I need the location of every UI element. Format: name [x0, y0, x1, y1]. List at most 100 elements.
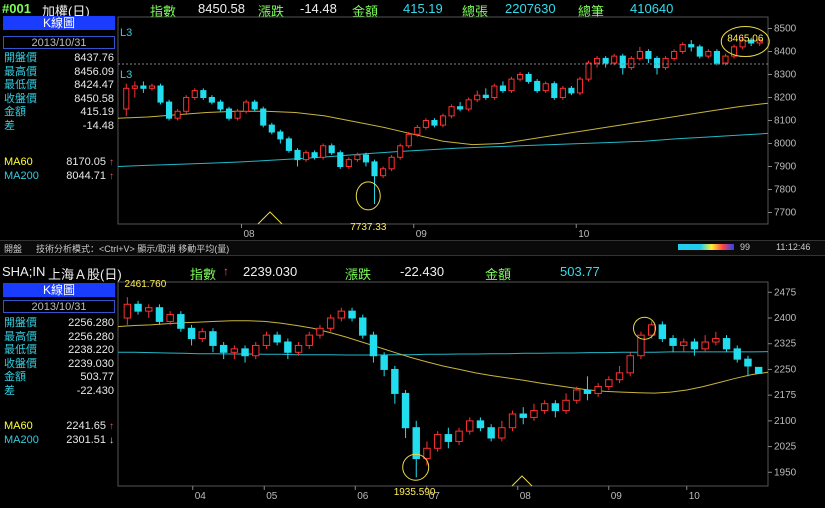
- candle-body: [594, 57, 601, 64]
- candle-body: [658, 324, 667, 340]
- ma200-line: [118, 351, 769, 356]
- candle-body: [328, 145, 335, 154]
- candle-body: [583, 389, 592, 394]
- y-tick-label: 8400: [774, 47, 797, 58]
- candle-body: [405, 133, 412, 147]
- x-tick-label: 09: [611, 491, 623, 502]
- candle-body: [273, 334, 281, 343]
- candle-body: [701, 341, 709, 350]
- candle-body: [134, 303, 142, 312]
- y-tick-label: 2250: [774, 364, 797, 375]
- y-tick-label: 1950: [774, 467, 797, 478]
- candle-body: [371, 161, 378, 177]
- candle-body: [465, 99, 472, 110]
- y-tick-label: 2400: [774, 313, 797, 324]
- candle-body: [262, 334, 271, 346]
- candle-body: [448, 106, 455, 117]
- candle-body: [444, 434, 453, 442]
- candle-body: [474, 94, 481, 101]
- candle-body: [542, 83, 549, 92]
- candle-body: [519, 413, 527, 418]
- candle-body: [602, 57, 609, 64]
- y-tick-label: 8000: [774, 139, 797, 150]
- candle-body: [431, 120, 438, 126]
- candle-body: [243, 101, 250, 112]
- x-tick-label: 10: [578, 229, 590, 240]
- candle-body: [712, 338, 720, 343]
- candle-body: [345, 159, 352, 168]
- candle-body: [208, 97, 215, 103]
- candle-body: [369, 334, 378, 357]
- candle-body: [499, 85, 506, 92]
- candle-body: [380, 355, 388, 370]
- candle-body: [251, 101, 258, 110]
- candle-body: [166, 101, 173, 119]
- candle-body: [234, 110, 241, 119]
- candle-body: [380, 168, 387, 177]
- candle-body: [423, 447, 431, 460]
- y-tick-label: 8200: [774, 93, 797, 104]
- candle-body: [722, 55, 729, 64]
- candle-body: [131, 85, 138, 89]
- candle-body: [157, 85, 164, 103]
- y-tick-label: 7700: [774, 208, 797, 219]
- candle-body: [284, 341, 292, 353]
- candle-body: [241, 348, 249, 357]
- candle-body: [277, 131, 284, 140]
- candle-body: [388, 156, 395, 170]
- candle-body: [140, 85, 147, 89]
- candle-body: [219, 344, 228, 353]
- candle-body: [508, 78, 515, 92]
- x-tick-label: 06: [357, 491, 369, 502]
- y-tick-label: 7800: [774, 185, 797, 196]
- candle-body: [183, 97, 190, 112]
- candle-body: [123, 303, 132, 319]
- candle-body: [359, 317, 367, 336]
- candle-body: [302, 152, 310, 161]
- candle-body: [696, 46, 703, 57]
- y-tick-label: 2475: [774, 287, 797, 298]
- candle-body: [680, 341, 688, 346]
- candle-body: [362, 154, 370, 163]
- candle-body: [551, 403, 560, 412]
- candle-body: [187, 327, 196, 340]
- candle-body: [252, 344, 260, 357]
- candle-body: [540, 403, 549, 412]
- candle-body: [573, 389, 581, 401]
- candle-body: [669, 338, 677, 346]
- candle-body: [534, 80, 541, 92]
- candle-body: [174, 110, 181, 119]
- candle-body: [705, 51, 712, 57]
- candle-body: [559, 87, 566, 99]
- y-tick-label: 8100: [774, 116, 797, 127]
- candle-body: [397, 145, 404, 158]
- candle-body: [148, 85, 156, 89]
- candle-body: [217, 101, 224, 110]
- candle-body: [311, 152, 318, 158]
- candle-body: [619, 55, 626, 69]
- candle-body: [123, 87, 130, 110]
- y-tick-label: 2325: [774, 339, 797, 350]
- candle-body: [326, 317, 335, 329]
- top-l3-marker: L3: [120, 69, 132, 81]
- ma200-line: [117, 132, 769, 167]
- candle-body: [305, 334, 313, 346]
- candle-body: [455, 430, 463, 442]
- candle-body: [439, 115, 447, 126]
- candle-body: [337, 310, 346, 319]
- y-tick-label: 2025: [774, 442, 797, 453]
- y-tick-label: 8300: [774, 70, 797, 81]
- candle-body: [457, 106, 464, 110]
- y-tick-label: 8500: [774, 24, 797, 35]
- candle-body: [713, 51, 720, 64]
- candle-body: [155, 307, 164, 322]
- candle-body: [177, 314, 185, 329]
- candle-body: [316, 327, 324, 336]
- candle-body: [225, 108, 233, 119]
- candle-body: [422, 120, 429, 128]
- candle-body: [482, 94, 489, 98]
- x-tick-label: 09: [416, 229, 428, 240]
- candle-body: [605, 379, 613, 388]
- candle-body: [628, 57, 635, 69]
- bottom-marker-triangle: [511, 475, 533, 487]
